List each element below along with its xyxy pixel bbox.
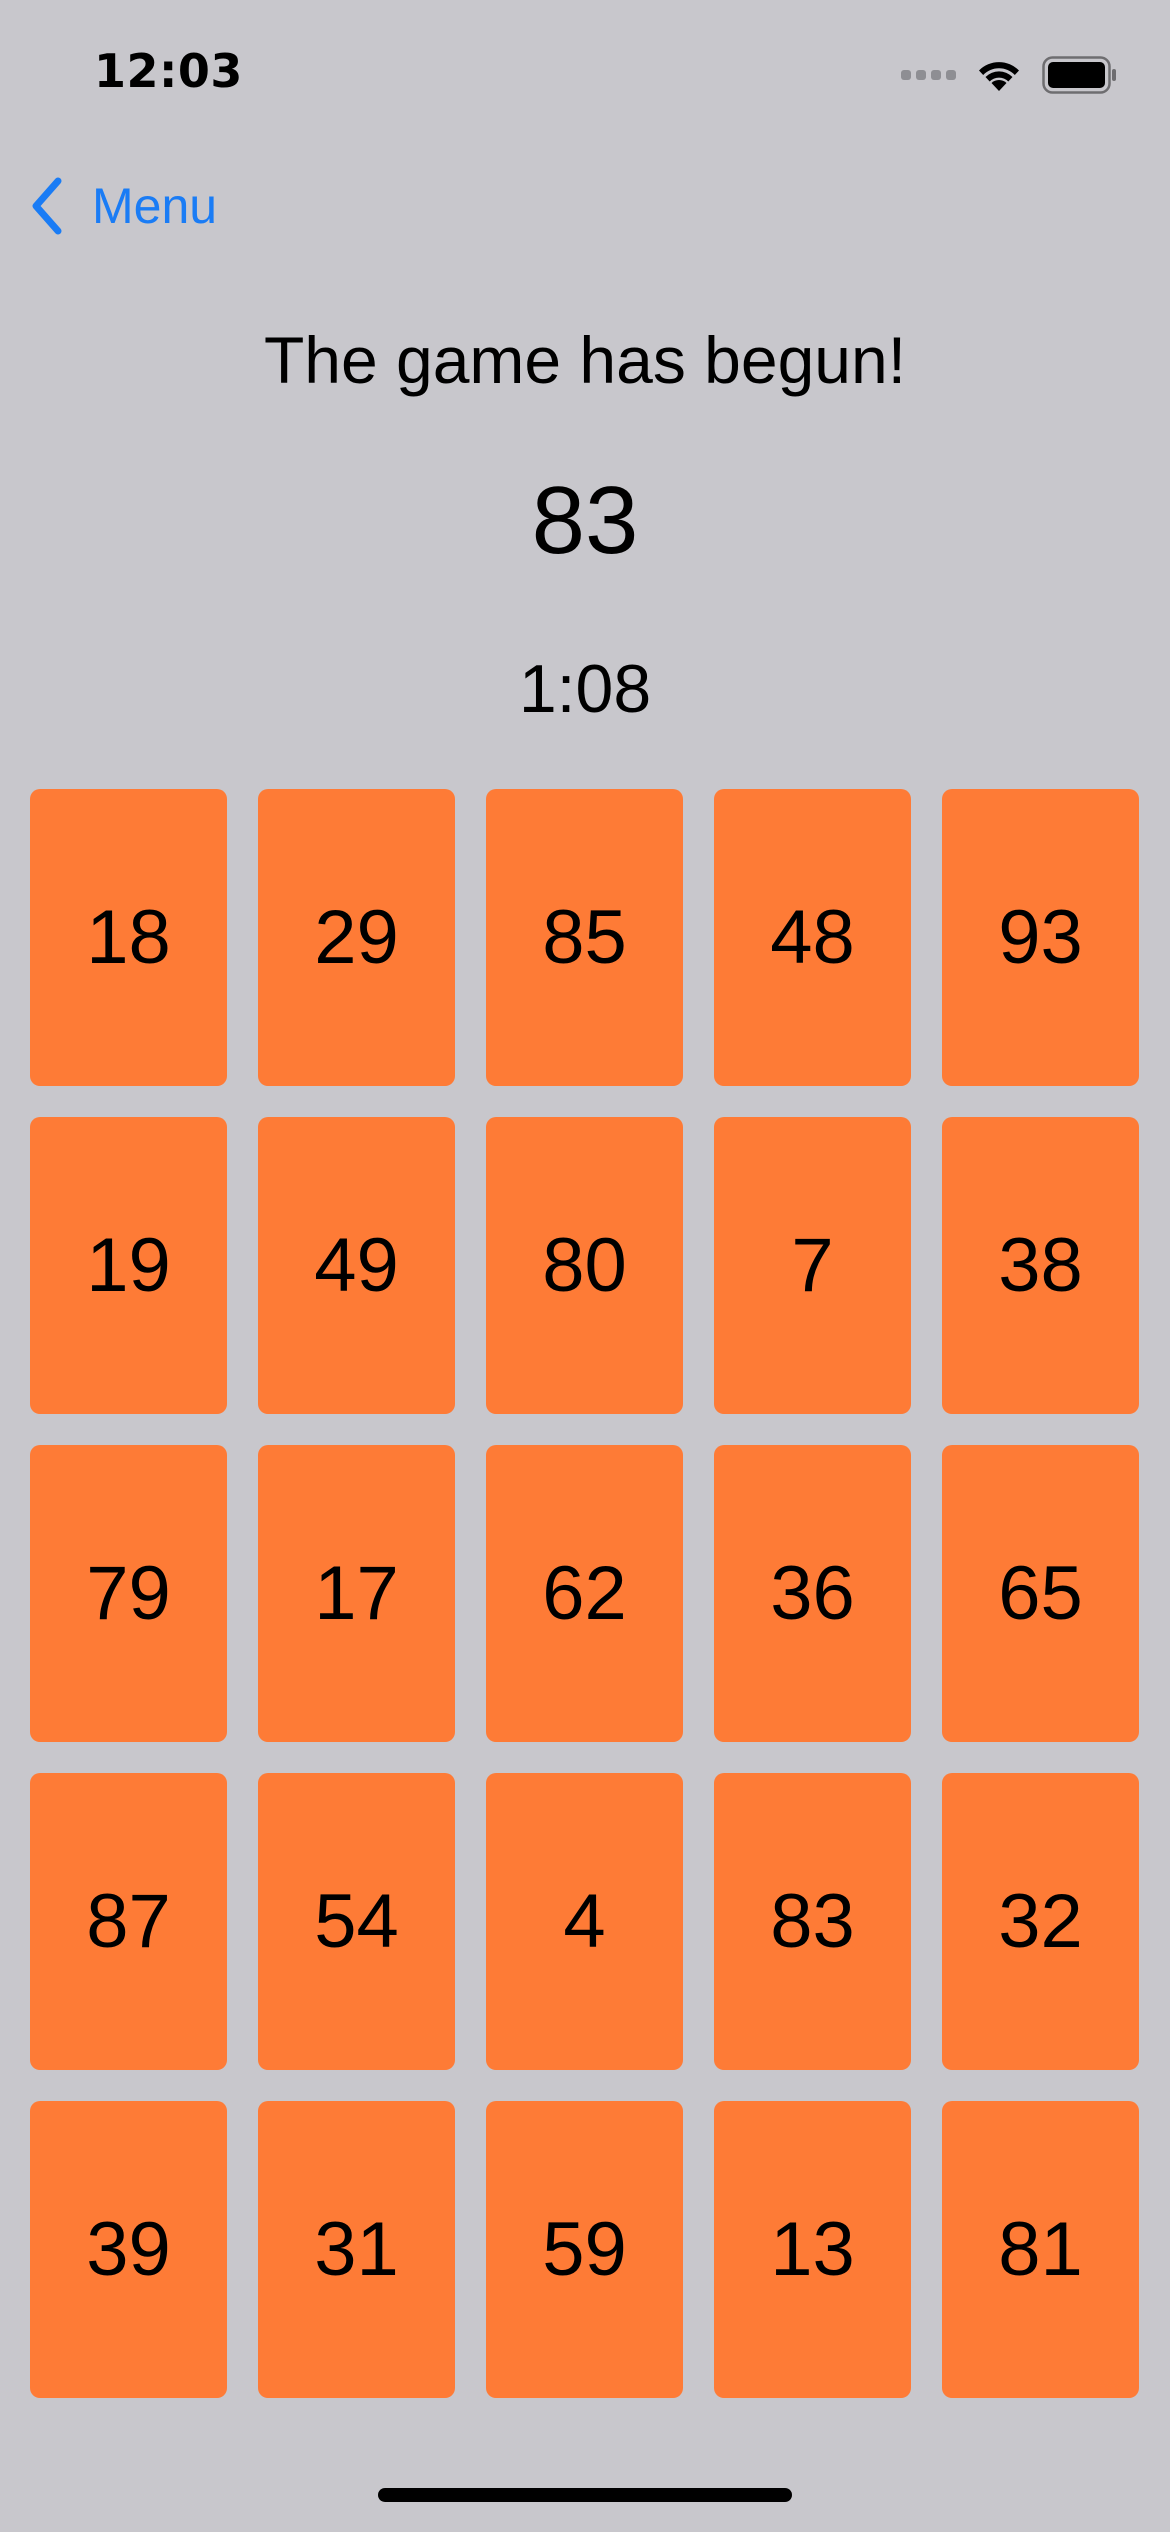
wifi-icon [979,62,1019,91]
number-card[interactable]: 38 [942,1117,1139,1414]
back-button[interactable]: Menu [26,170,217,242]
battery-icon [1042,56,1116,94]
number-card[interactable]: 31 [258,2101,455,2398]
number-card[interactable]: 81 [942,2101,1139,2398]
chevron-left-icon [32,177,62,235]
game-timer: 1:08 [518,651,652,727]
number-card[interactable]: 29 [258,789,455,1086]
number-card[interactable]: 13 [714,2101,911,2398]
number-card[interactable]: 62 [486,1445,683,1742]
number-card[interactable]: 87 [30,1773,227,2070]
number-card[interactable]: 54 [258,1773,455,2070]
back-button-label: Menu [92,178,218,234]
game-headline: The game has begun! [263,323,907,397]
target-number: 83 [531,467,639,574]
cellular-signal-icon [901,70,956,80]
number-card[interactable]: 93 [942,789,1139,1086]
number-card[interactable]: 79 [30,1445,227,1742]
number-card[interactable]: 65 [942,1445,1139,1742]
number-card[interactable]: 19 [30,1117,227,1414]
number-card[interactable]: 17 [258,1445,455,1742]
number-card[interactable]: 36 [714,1445,911,1742]
status-time: 12:03 [94,44,243,98]
number-card[interactable]: 83 [714,1773,911,2070]
number-card[interactable]: 7 [714,1117,911,1414]
status-icons [901,52,1118,98]
number-card[interactable]: 59 [486,2101,683,2398]
number-card[interactable]: 49 [258,1117,455,1414]
number-card[interactable]: 85 [486,789,683,1086]
number-card[interactable]: 39 [30,2101,227,2398]
home-indicator[interactable] [378,2488,792,2502]
number-card[interactable]: 80 [486,1117,683,1414]
card-grid: 18 29 85 48 93 19 49 80 7 38 79 17 62 36… [30,789,1140,2398]
number-card[interactable]: 32 [942,1773,1139,2070]
number-card[interactable]: 18 [30,789,227,1086]
number-card[interactable]: 4 [486,1773,683,2070]
number-card[interactable]: 48 [714,789,911,1086]
status-bar: 12:03 [0,0,1170,140]
